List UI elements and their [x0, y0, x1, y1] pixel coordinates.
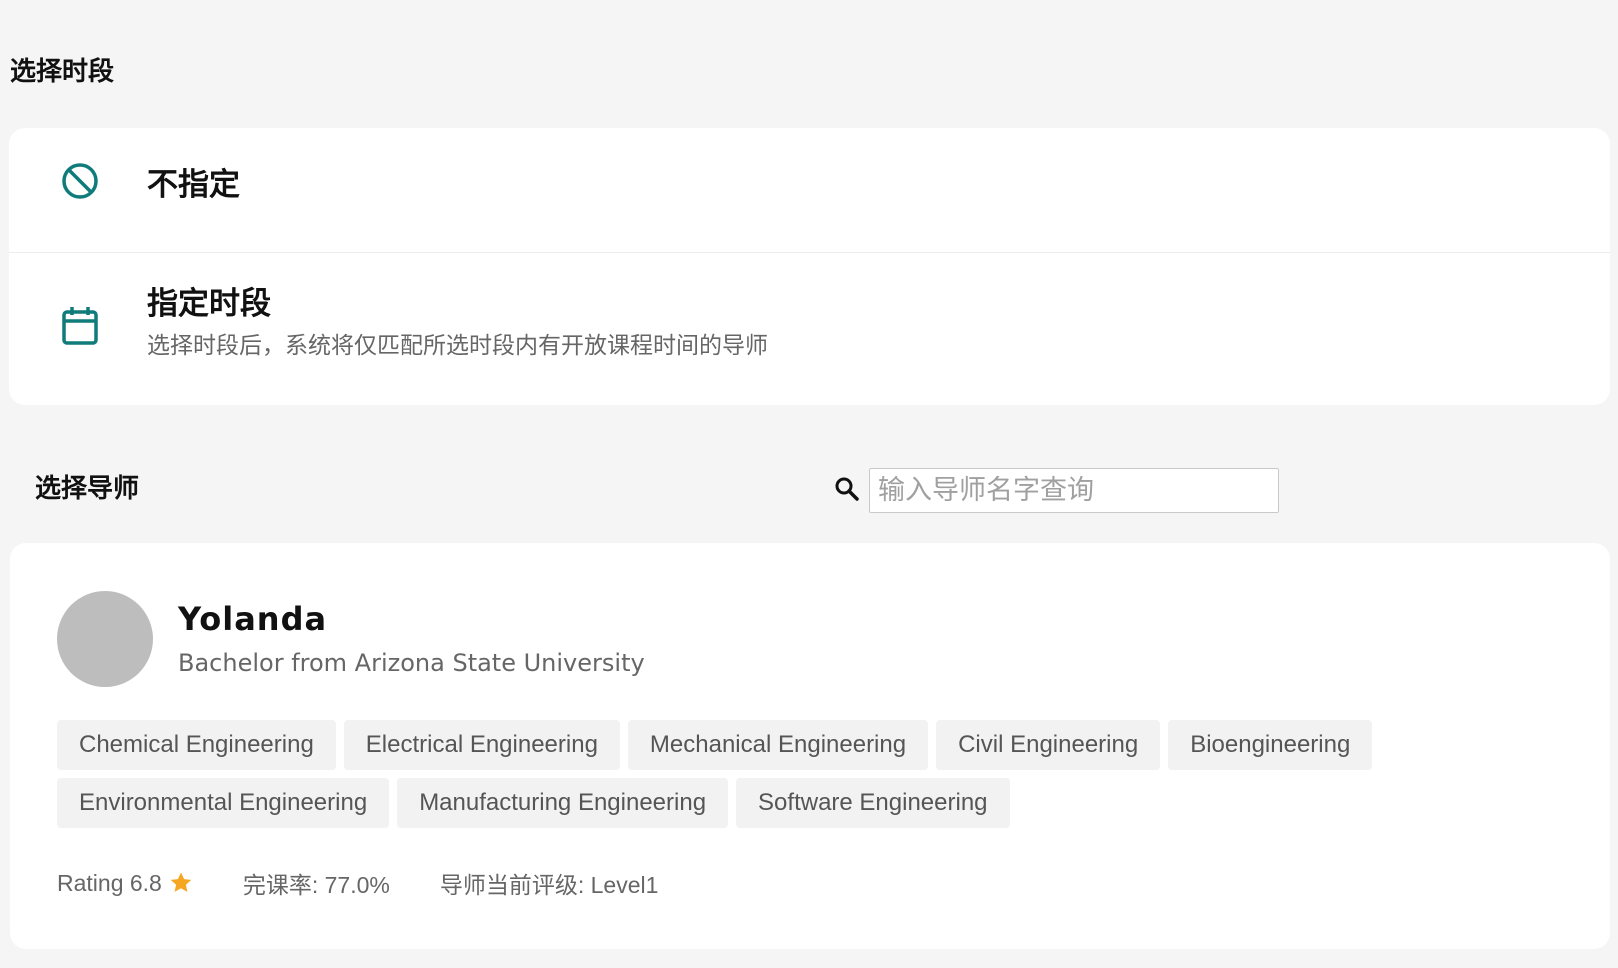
option-unspecified[interactable]: 不指定 — [9, 128, 1610, 253]
tutor-search-input[interactable] — [869, 468, 1279, 513]
avatar — [57, 591, 153, 687]
tag-manufacturing-engineering: Manufacturing Engineering — [397, 778, 729, 828]
period-options-card: 不指定 指定时段 选择时段后，系统将仅匹配所选时段内有开放课程时间的导师 — [9, 128, 1610, 405]
rating-group: Rating 6.8 — [57, 870, 193, 897]
tutor-tags: Chemical Engineering Electrical Engineer… — [57, 720, 1557, 828]
tutor-education: Bachelor from Arizona State University — [178, 649, 645, 677]
tutor-stats: Rating 6.8 完课率: 77.0% 导师当前评级: Level1 — [57, 868, 659, 899]
option-specified-label: 指定时段 — [147, 286, 271, 322]
tag-mechanical-engineering: Mechanical Engineering — [627, 720, 929, 770]
tag-chemical-engineering: Chemical Engineering — [57, 720, 336, 770]
tag-bioengineering: Bioengineering — [1168, 720, 1373, 770]
tag-environmental-engineering: Environmental Engineering — [57, 778, 390, 828]
calendar-icon — [62, 307, 98, 345]
tag-civil-engineering: Civil Engineering — [936, 720, 1161, 770]
completion-rate: 完课率: 77.0% — [242, 872, 390, 898]
option-specified[interactable]: 指定时段 选择时段后，系统将仅匹配所选时段内有开放课程时间的导师 — [9, 253, 1610, 405]
rating-text: Rating 6.8 — [57, 869, 162, 896]
option-specified-description: 选择时段后，系统将仅匹配所选时段内有开放课程时间的导师 — [147, 333, 768, 359]
period-section-title: 选择时段 — [10, 57, 115, 87]
tag-software-engineering: Software Engineering — [736, 778, 1010, 828]
star-icon — [170, 872, 192, 892]
tutor-section-title: 选择导师 — [35, 474, 140, 504]
tutor-card[interactable]: Yolanda Bachelor from Arizona State Univ… — [10, 543, 1610, 949]
option-unspecified-label: 不指定 — [147, 167, 240, 203]
search-icon[interactable] — [834, 476, 860, 502]
tag-electrical-engineering: Electrical Engineering — [343, 720, 620, 770]
block-icon — [62, 163, 98, 199]
tutor-level: 导师当前评级: Level1 — [439, 872, 659, 898]
tutor-name: Yolanda — [178, 600, 328, 638]
